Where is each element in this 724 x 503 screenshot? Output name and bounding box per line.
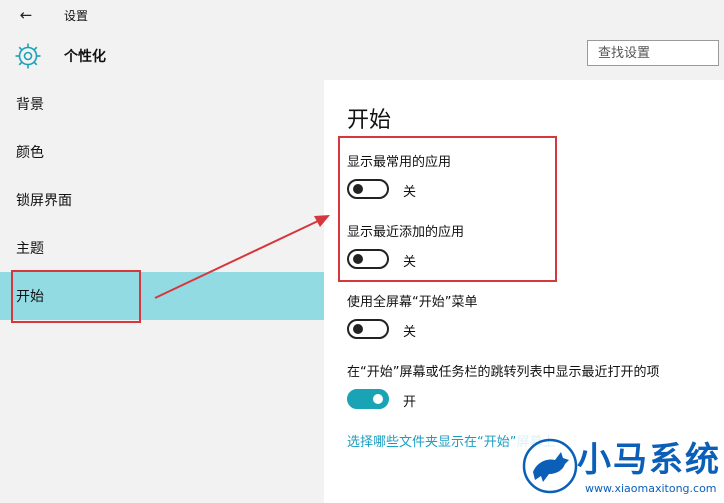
sidebar-item-label: 锁屏界面 — [16, 193, 72, 209]
setting-label-full-screen: 使用全屏幕“开始”菜单 — [347, 295, 478, 310]
sidebar-item-themes[interactable]: 主题 — [0, 224, 324, 272]
sidebar-item-background[interactable]: 背景 — [0, 80, 324, 128]
sidebar-item-label: 主题 — [16, 241, 44, 257]
search-input[interactable] — [587, 40, 719, 66]
toggle-knob — [353, 324, 363, 334]
sidebar-item-lock-screen[interactable]: 锁屏界面 — [0, 176, 324, 224]
annotation-box-toggles — [338, 136, 557, 282]
page-title: 个性化 — [64, 49, 106, 65]
toggle-knob — [373, 394, 383, 404]
window-title: 设置 — [64, 9, 89, 23]
watermark-url: www.xiaomaxitong.com — [585, 482, 717, 495]
title-bar: ← 设置 — [0, 0, 724, 30]
back-button[interactable]: ← — [14, 5, 38, 25]
settings-header: 个性化 — [0, 30, 724, 80]
sidebar-item-label: 颜色 — [16, 145, 44, 161]
toggle-state-full-screen: 关 — [403, 325, 417, 340]
watermark: 小马系统 www.xiaomaxitong.com — [515, 432, 724, 503]
annotation-box-start — [11, 270, 141, 323]
watermark-brand: 小马系统 — [577, 440, 721, 480]
toggle-recent-items[interactable] — [347, 389, 389, 409]
back-arrow-icon: ← — [19, 6, 33, 24]
gear-icon — [15, 43, 41, 69]
toggle-full-screen[interactable] — [347, 319, 389, 339]
toggle-state-recent-items: 开 — [403, 395, 417, 410]
section-title: 开始 — [347, 108, 392, 133]
sidebar-item-label: 背景 — [16, 97, 44, 113]
sidebar-item-colors[interactable]: 颜色 — [0, 128, 324, 176]
setting-label-recent-items: 在“开始”屏幕或任务栏的跳转列表中显示最近打开的项 — [347, 365, 660, 380]
horse-logo-icon — [522, 438, 578, 494]
